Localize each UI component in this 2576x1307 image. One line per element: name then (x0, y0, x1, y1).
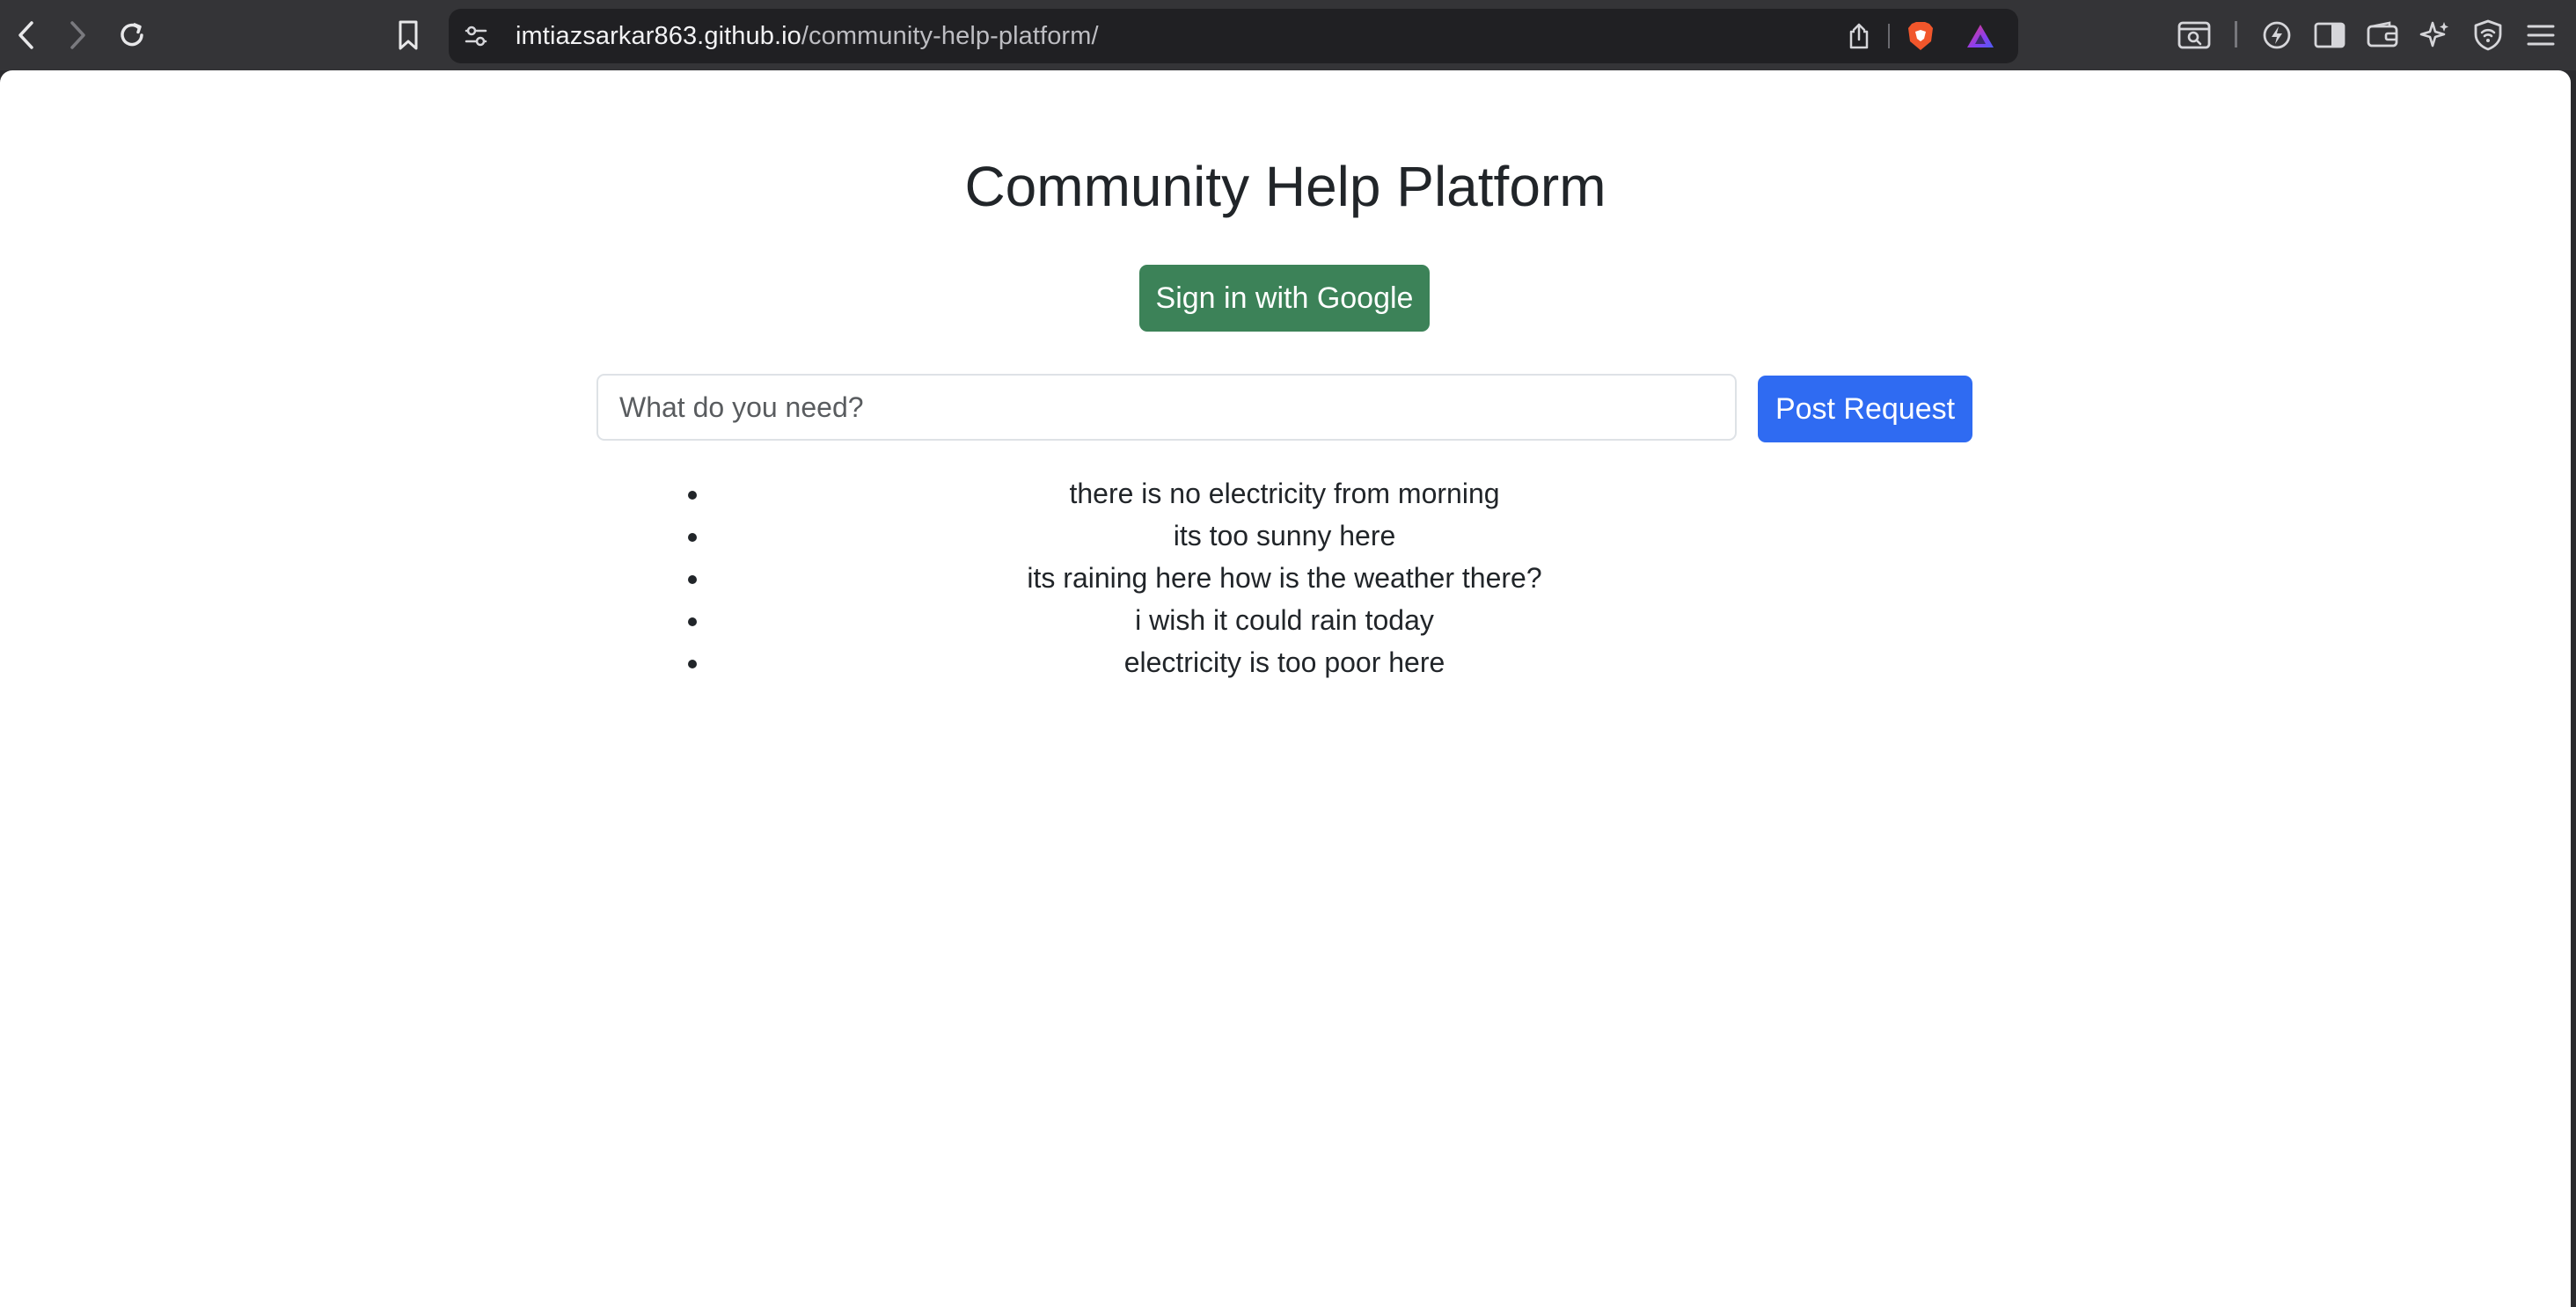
brave-rewards-icon[interactable] (1964, 19, 1997, 53)
wallet-button[interactable] (2363, 16, 2402, 55)
sign-in-with-google-button[interactable]: Sign in with Google (1139, 265, 1430, 332)
post-request-button[interactable]: Post Request (1758, 376, 1972, 442)
chevron-right-icon (70, 21, 85, 49)
search-window-icon (2177, 21, 2211, 49)
list-item: i wish it could rain today (711, 599, 1972, 641)
back-button[interactable] (7, 16, 46, 55)
url-path: /community-help-platform/ (801, 22, 1099, 50)
browser-toolbar: imtiazsarkar863.github.io/community-help… (0, 0, 2576, 70)
list-item: there is no electricity from morning (711, 472, 1972, 515)
lightning-icon (2263, 21, 2291, 49)
brave-shields-icon[interactable] (1904, 19, 1937, 53)
speedreader-button[interactable] (2258, 16, 2296, 55)
chevron-left-icon (18, 21, 33, 49)
url-host: imtiazsarkar863.github.io (516, 22, 801, 50)
shield-icon (2474, 19, 2502, 51)
site-settings-icon[interactable] (459, 19, 493, 53)
url-divider (1888, 24, 1890, 48)
list-item: its too sunny here (711, 515, 1972, 557)
forward-button[interactable] (58, 16, 97, 55)
page-viewport: Community Help Platform Sign in with Goo… (0, 70, 2571, 1307)
list-item: electricity is too poor here (711, 641, 1972, 683)
page-title: Community Help Platform (964, 155, 1606, 218)
sidebar-button[interactable] (2310, 16, 2349, 55)
url-text: imtiazsarkar863.github.io/community-help… (516, 21, 1099, 51)
bookmark-button[interactable] (389, 16, 428, 55)
menu-button[interactable] (2521, 16, 2560, 55)
bookmark-icon (399, 20, 418, 50)
vpn-button[interactable] (2469, 16, 2507, 55)
sparkle-icon (2419, 21, 2448, 47)
leo-ai-button[interactable] (2416, 16, 2455, 55)
share-icon[interactable] (1842, 19, 1876, 53)
request-input[interactable] (596, 374, 1737, 441)
reload-icon (121, 23, 143, 47)
list-item: its raining here how is the weather ther… (711, 557, 1972, 599)
sidebar-icon (2314, 22, 2345, 48)
reload-button[interactable] (113, 16, 151, 55)
reader-mode-button[interactable] (2175, 16, 2214, 55)
address-bar[interactable]: imtiazsarkar863.github.io/community-help… (449, 9, 2018, 63)
toolbar-divider (2235, 21, 2237, 47)
hamburger-menu-icon (2527, 25, 2555, 46)
wallet-icon (2367, 21, 2398, 47)
request-list: there is no electricity from morning its… (596, 472, 1972, 683)
